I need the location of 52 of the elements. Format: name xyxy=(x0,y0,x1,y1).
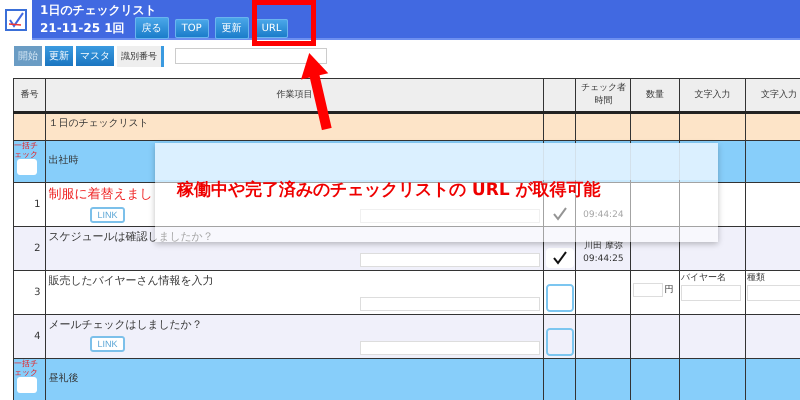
bulk-checkbox[interactable] xyxy=(17,159,37,175)
task-text: 制服に着替えまし xyxy=(48,186,152,203)
bulk-check-label: 一括チェック xyxy=(14,360,39,377)
text-input-field[interactable] xyxy=(680,285,741,301)
bulk-checkbox[interactable] xyxy=(17,377,37,393)
check-box[interactable] xyxy=(546,284,574,312)
text-input-field[interactable] xyxy=(746,285,800,301)
column-header: 文字入力 xyxy=(745,78,800,112)
section-title: １日のチェックリスト xyxy=(48,118,148,129)
header-button[interactable]: 戻る xyxy=(134,17,169,39)
header-button[interactable]: 更新 xyxy=(214,17,249,39)
check-time: 09:44:25 xyxy=(582,253,625,266)
row-number: 2 xyxy=(14,226,46,270)
row-number: 3 xyxy=(14,270,46,314)
link-button[interactable]: LINK xyxy=(90,207,124,223)
column-header: 文字入力 xyxy=(679,78,746,112)
column-header: 番号 xyxy=(14,78,46,112)
page-title: 1日のチェックリスト xyxy=(40,3,158,17)
column-header: 作業項目 xyxy=(46,78,544,112)
note-input-field[interactable] xyxy=(360,341,540,355)
header-button[interactable]: URL xyxy=(254,18,288,38)
field-label: バイヤー名 xyxy=(680,272,727,285)
unit-label: 円 xyxy=(664,284,674,297)
header-button[interactable]: TOP xyxy=(174,18,209,38)
task-text: メールチェックはしましたか？ xyxy=(48,317,202,332)
task-text: 販売したバイヤーさん情報を入力 xyxy=(48,273,214,288)
checkbox-logo-icon xyxy=(5,9,27,31)
column-header: チェック者時間 xyxy=(576,78,631,112)
group-title: 出社時 xyxy=(48,155,78,166)
field-label: 種類 xyxy=(746,272,766,285)
check-box[interactable] xyxy=(546,248,574,268)
toolbar-button[interactable]: 更新 xyxy=(45,46,73,66)
row-number: 1 xyxy=(14,182,46,226)
bulk-check-label: 一括チェック xyxy=(14,142,39,159)
check-box[interactable] xyxy=(546,328,574,356)
row-number: 4 xyxy=(14,314,46,358)
check-icon xyxy=(552,250,568,266)
link-button[interactable]: LINK xyxy=(90,336,124,352)
note-input-field[interactable] xyxy=(360,253,540,267)
id-input-field[interactable] xyxy=(175,48,327,64)
quantity-input-field[interactable] xyxy=(633,283,664,297)
toolbar-button[interactable]: マスタ xyxy=(76,46,114,66)
highlight-frame xyxy=(252,0,316,46)
callout-text: 稼働中や完了済みのチェックリストの URL が取得可能 xyxy=(177,181,601,199)
task-text: スケジュールは確認しましたか？ xyxy=(48,229,214,244)
group-title: 昼礼後 xyxy=(48,373,78,384)
check-time: 09:44:24 xyxy=(582,209,625,222)
note-input-field[interactable] xyxy=(360,297,540,311)
id-label: 識別番号 xyxy=(117,46,164,66)
checker-name: 川田 摩弥 xyxy=(582,240,624,253)
column-header: 数量 xyxy=(630,78,680,112)
date-label: 21-11-25 1回 xyxy=(40,20,125,36)
